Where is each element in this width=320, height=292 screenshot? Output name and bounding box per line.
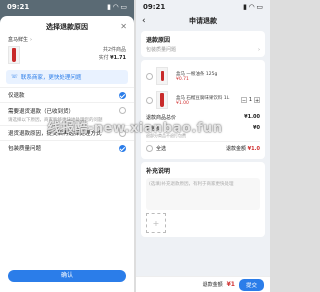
order-summary: 共2件商品 实付 ¥1.71: [99, 46, 126, 62]
quantity-value: 1: [248, 97, 252, 103]
item-name: 盒马 一根油条 125g: [176, 71, 218, 77]
description-card: 补充说明 (选填)补充退款原因，有利于商家更快处理 +: [141, 162, 265, 237]
left-screen: 09:21 ▮ ◠ ▭ 选择退款原因 ✕ 盒马鲜生 › 共2件商品 实付 ¥1.…: [0, 0, 134, 292]
select-all-label: 全选: [156, 146, 167, 152]
plus-icon: +: [152, 218, 160, 228]
radio-unchecked-icon[interactable]: [119, 129, 126, 137]
battery-icon: ▭: [120, 3, 127, 11]
item-info: 盒马 一根油条 125g ¥0.71: [176, 71, 217, 82]
add-photo-button[interactable]: +: [146, 213, 166, 233]
item-name: 盒马 石榴豆腐味果饮料 1L: [176, 95, 230, 101]
refund-reason-sheet: 选择退款原因 ✕ 盒马鲜生 › 共2件商品 实付 ¥1.71 ☏ 联系商家，更快…: [0, 16, 134, 292]
bottom-bar: 退款金额 ¥1 提交: [136, 276, 270, 292]
status-bar: 09:21 ▮ ◠ ▭: [0, 0, 134, 14]
description-textarea[interactable]: (选填)补充退款原因，有利于商家更快处理: [146, 178, 260, 210]
status-time: 09:21: [143, 3, 166, 11]
reason-label: 仅退款: [8, 93, 25, 99]
product-row: 共2件商品 实付 ¥1.71: [0, 43, 134, 67]
reason-label: 需要退货退款（已收到货）: [8, 109, 75, 115]
pack-fee-row: 打包费 退部分商品不退打包费 ¥0: [146, 123, 260, 141]
pack-fee-sub: 退部分商品不退打包费: [146, 133, 186, 138]
back-arrow-icon[interactable]: ‹: [142, 16, 146, 26]
paid-label: 实付: [98, 55, 109, 61]
reason-item[interactable]: 需要退货退款（已收到货） 请选择以下原因，商家能够更快地处理您的问题: [0, 102, 134, 125]
store-name: 盒马鲜生: [8, 37, 29, 43]
confirm-button[interactable]: 确认: [8, 270, 126, 282]
close-icon[interactable]: ✕: [120, 22, 127, 31]
reason-item[interactable]: 仅退款: [0, 87, 134, 102]
product-count: 共2件商品: [102, 47, 126, 53]
line-item: 盒马 石榴豆腐味果饮料 1L ¥1.00 − 1 +: [146, 88, 260, 112]
product-thumbnail: [8, 46, 20, 64]
plus-button[interactable]: +: [254, 97, 260, 104]
radio-unchecked-icon[interactable]: [119, 107, 126, 114]
page-title: 申请退款: [189, 17, 217, 25]
headset-icon: ☏: [11, 74, 18, 80]
battery-icon: ▭: [256, 3, 263, 11]
reason-card-value: 包装质量问题: [146, 47, 177, 53]
sheet-title: 选择退款原因: [46, 23, 88, 31]
contact-merchant-text: 联系商家，更快处理问题: [20, 75, 82, 81]
goods-total-label: 退款商品总价: [146, 115, 177, 121]
items-card: 盒马 一根油条 125g ¥0.71 盒马 石榴豆腐味果饮料 1L ¥1.00 …: [141, 60, 265, 159]
signal-icon: ▮: [107, 3, 111, 11]
contact-merchant-bar[interactable]: ☏ 联系商家，更快处理问题: [6, 70, 128, 84]
goods-total-row: 退款商品总价 ¥1.00: [146, 112, 260, 123]
reason-item[interactable]: 退货退款原因，提交后再选择处理方式: [0, 125, 134, 140]
status-icons: ▮ ◠ ▭: [243, 3, 263, 11]
description-title: 补充说明: [146, 168, 171, 175]
reason-item[interactable]: 包装质量问题: [0, 140, 134, 155]
signal-icon: ▮: [243, 3, 247, 11]
nav-bar: ‹ 申请退款: [136, 14, 270, 28]
refund-amount-value: ¥1.0: [247, 146, 260, 152]
minus-button[interactable]: −: [240, 97, 247, 104]
chevron-right-icon: ›: [258, 46, 260, 53]
select-all-checkbox[interactable]: [146, 145, 153, 152]
right-screen: 09:21 ▮ ◠ ▭ ‹ 申请退款 退款原因 包装质量问题 › 盒马 一根油条…: [136, 0, 270, 292]
pack-fee-label: 打包费: [146, 126, 162, 132]
paid-value: ¥1.71: [110, 55, 126, 61]
wifi-icon: ◠: [248, 3, 255, 11]
item-price: ¥1.00: [176, 100, 189, 106]
reason-list: 仅退款 需要退货退款（已收到货） 请选择以下原因，商家能够更快地处理您的问题 退…: [0, 87, 134, 155]
reason-label: 退货退款原因，提交后再选择处理方式: [8, 131, 102, 137]
chevron-right-icon: ›: [30, 36, 33, 43]
footer-amount-value: ¥1: [226, 281, 235, 288]
select-all-row: 全选 退款金额 ¥1.0: [146, 141, 260, 155]
reason-card-title: 退款原因: [146, 37, 171, 44]
line-item: 盒马 一根油条 125g ¥0.71: [146, 64, 260, 88]
quantity-stepper[interactable]: − 1 +: [240, 97, 260, 104]
item-price: ¥0.71: [176, 76, 189, 82]
status-time: 09:21: [7, 3, 30, 11]
store-row[interactable]: 盒马鲜生 ›: [0, 32, 134, 44]
reason-sub: 请选择以下原因，商家能够更快地处理您的问题: [8, 118, 103, 123]
bottle-icon: [160, 71, 164, 81]
radio-checked-icon[interactable]: [119, 144, 126, 152]
status-bar: 09:21 ▮ ◠ ▭: [136, 0, 270, 14]
reason-label: 包装质量问题: [8, 146, 42, 152]
item-checkbox[interactable]: [146, 72, 153, 80]
item-thumbnail: [156, 91, 168, 109]
item-info: 盒马 石榴豆腐味果饮料 1L ¥1.00: [176, 95, 229, 106]
wifi-icon: ◠: [112, 3, 119, 11]
bottle-icon: [12, 48, 16, 62]
item-checkbox[interactable]: [146, 96, 153, 104]
item-thumbnail: [156, 67, 168, 85]
refund-amount-label: 退款金额: [226, 146, 247, 152]
bottle-icon: [160, 93, 164, 107]
footer-amount-label: 退款金额: [202, 282, 223, 288]
reason-card[interactable]: 退款原因 包装质量问题 ›: [141, 31, 265, 57]
submit-button[interactable]: 提交: [238, 278, 264, 291]
goods-total-value: ¥1.00: [244, 114, 260, 120]
radio-checked-icon[interactable]: [119, 91, 126, 99]
status-icons: ▮ ◠ ▭: [107, 3, 127, 11]
pack-fee-value: ¥0: [253, 125, 260, 131]
